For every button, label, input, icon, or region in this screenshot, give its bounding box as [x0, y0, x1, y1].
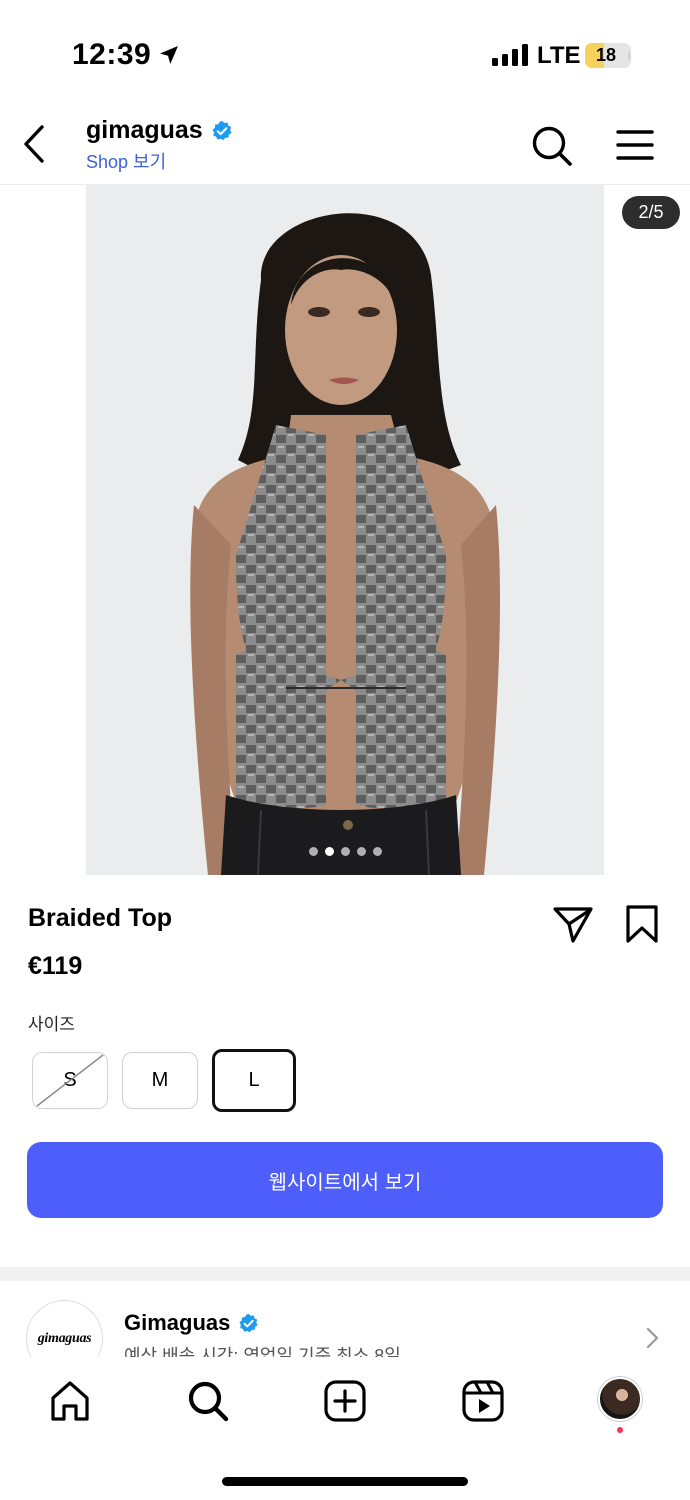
status-bar: 12:39 LTE 18: [0, 0, 690, 100]
menu-button[interactable]: [614, 124, 656, 166]
carousel-dot: [356, 847, 366, 856]
chevron-left-icon: [24, 125, 44, 163]
search-button[interactable]: [530, 124, 574, 168]
carousel-dot: [372, 847, 382, 856]
back-button[interactable]: [14, 122, 54, 166]
size-option-l[interactable]: L: [212, 1049, 296, 1112]
bottom-tab-bar: [0, 1357, 690, 1500]
size-option-s[interactable]: S: [32, 1052, 108, 1109]
save-button[interactable]: [622, 904, 662, 944]
view-shop-link[interactable]: Shop 보기: [86, 148, 166, 174]
reels-icon: [462, 1380, 504, 1422]
shop-name-row[interactable]: gimaguas: [86, 116, 233, 145]
share-button[interactable]: [552, 904, 594, 944]
bookmark-icon: [626, 905, 658, 943]
product-image[interactable]: [86, 185, 604, 875]
size-selector: S M L: [32, 1049, 296, 1112]
size-option-label: L: [248, 1069, 260, 1091]
tab-profile-avatar[interactable]: [598, 1377, 642, 1421]
image-page-counter: 2/5: [622, 196, 680, 229]
hamburger-menu-icon: [616, 130, 654, 160]
seller-avatar-text: gimaguas: [37, 1330, 92, 1346]
product-photo-illustration: [86, 185, 604, 875]
shop-name: gimaguas: [86, 116, 203, 144]
seller-avatar[interactable]: gimaguas: [26, 1300, 103, 1357]
size-label: 사이즈: [28, 1015, 75, 1034]
seller-shipping-info: 예상 배송 시간: 영업일 기준 최소 8일: [124, 1346, 401, 1357]
battery-tip: [628, 51, 631, 60]
shop-header: gimaguas Shop 보기: [0, 100, 690, 185]
seller-name: Gimaguas: [124, 1310, 231, 1335]
size-option-m[interactable]: M: [122, 1052, 198, 1109]
battery-icon: 18: [585, 43, 631, 68]
chevron-right-icon: [646, 1327, 659, 1349]
product-price: €119: [28, 952, 83, 980]
notification-dot: [617, 1427, 623, 1433]
section-divider: [0, 1267, 690, 1281]
carousel-indicator: [86, 847, 604, 856]
carousel-dot: [308, 847, 318, 856]
product-name: Braided Top: [28, 904, 172, 932]
size-option-label: M: [151, 1069, 169, 1091]
battery-level: 18: [595, 45, 617, 65]
tab-reels[interactable]: [461, 1379, 505, 1423]
home-indicator: [222, 1477, 468, 1486]
search-icon: [532, 126, 572, 166]
verified-badge-icon: [212, 120, 232, 140]
status-time-group: 12:39: [72, 38, 181, 72]
view-on-website-button[interactable]: 웹사이트에서 보기: [27, 1142, 663, 1218]
status-time: 12:39: [72, 38, 152, 71]
search-icon: [188, 1381, 229, 1422]
unavailable-strike: [36, 1054, 104, 1107]
tab-search[interactable]: [186, 1379, 230, 1423]
tab-home[interactable]: [48, 1379, 92, 1423]
paper-plane-icon: [553, 907, 593, 943]
location-arrow-icon: [160, 46, 179, 64]
seller-row[interactable]: gimaguas Gimaguas 예상 배송 시간: 영업일 기준 최소 8일: [0, 1282, 690, 1357]
carousel-dot-active: [324, 847, 334, 856]
cellular-signal-icon: [492, 44, 528, 66]
tab-create[interactable]: [323, 1379, 367, 1423]
network-type: LTE: [537, 42, 581, 69]
create-icon: [324, 1380, 366, 1422]
home-icon: [51, 1381, 89, 1421]
seller-name-row: Gimaguas: [124, 1310, 259, 1336]
carousel-dot: [340, 847, 350, 856]
verified-badge-icon: [239, 1313, 258, 1332]
